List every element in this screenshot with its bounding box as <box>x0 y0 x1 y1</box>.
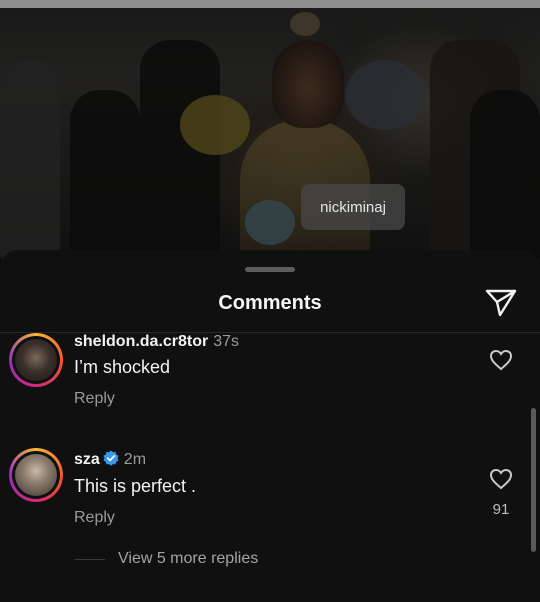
like-count: 91 <box>492 501 510 518</box>
dim-overlay <box>0 0 540 262</box>
comment-username[interactable]: sza 2m <box>74 450 146 469</box>
avatar[interactable] <box>9 448 63 502</box>
avatar[interactable] <box>9 333 63 387</box>
heart-outline-icon[interactable] <box>489 468 513 490</box>
comment-username-text[interactable]: sheldon.da.cr8tor <box>74 333 208 350</box>
user-tag[interactable]: nickiminaj <box>301 184 405 230</box>
user-tag-label: nickiminaj <box>320 198 386 216</box>
paper-plane-icon[interactable] <box>484 288 518 318</box>
comment-time: 37s <box>213 333 240 350</box>
comment-username-text[interactable]: sza <box>74 451 100 468</box>
view-more-replies-button[interactable]: View 5 more replies <box>118 550 258 568</box>
comment-username[interactable]: sheldon.da.cr8tor 37s <box>74 333 239 351</box>
reply-button[interactable]: Reply <box>74 390 115 408</box>
video-background: nickiminaj <box>0 0 540 262</box>
reply-button[interactable]: Reply <box>74 509 115 527</box>
verified-badge-icon <box>103 450 119 466</box>
comment-time: 2m <box>123 451 147 468</box>
replies-divider-line <box>75 559 105 560</box>
scrollbar[interactable] <box>531 408 536 552</box>
comment-text: This is perfect . <box>74 476 197 496</box>
sheet-title: Comments <box>218 292 322 314</box>
comments-sheet: Comments sheldon.da.cr8tor 37s I’m shocke… <box>0 250 540 602</box>
heart-outline-icon[interactable] <box>489 349 513 371</box>
comment-text: I’m shocked <box>74 357 171 377</box>
sheet-drag-handle[interactable] <box>245 267 295 272</box>
